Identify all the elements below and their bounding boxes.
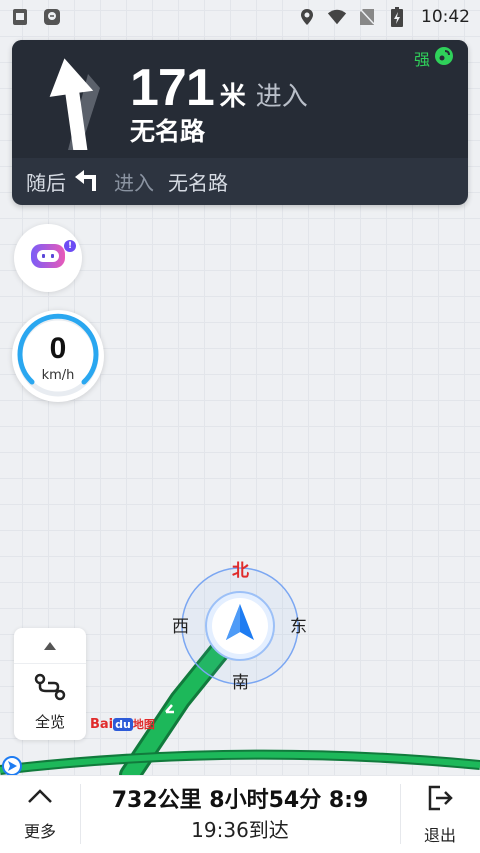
more-label: 更多 xyxy=(23,822,56,841)
battery-charging-icon xyxy=(387,7,407,27)
road-name: 无名路 xyxy=(130,117,206,146)
turn-left-icon xyxy=(74,167,100,197)
distance-value: 171 xyxy=(130,59,215,117)
next-prefix: 随后 xyxy=(26,171,66,195)
no-sim-icon xyxy=(357,7,377,27)
overview-button[interactable]: 全览 xyxy=(14,664,86,740)
bottom-bar: 更多 732公里 8小时54分 8:9 19:36到达 退出 xyxy=(0,775,480,853)
next-road: 无名路 xyxy=(168,171,228,195)
next-maneuver: 随后 进入 无名路 xyxy=(12,158,468,205)
navigation-app-icon xyxy=(42,7,62,27)
compass-south: 南 xyxy=(232,673,249,693)
gps-signal: 强 xyxy=(414,46,454,70)
overview-label: 全览 xyxy=(34,712,65,731)
distance-group: 171 米 进入 xyxy=(130,58,308,118)
app-notification-icon xyxy=(10,7,30,27)
compass: 北 南 东 西 xyxy=(170,556,310,696)
gps-signal-icon xyxy=(434,46,454,70)
exit-icon xyxy=(426,784,454,816)
navigation-guidance-panel[interactable]: 171 米 进入 无名路 强 随后 进入 无名路 xyxy=(12,40,468,205)
baidu-map-logo: Bai du 地图 xyxy=(90,717,155,732)
compass-north: 北 xyxy=(232,561,249,581)
exit-label: 退出 xyxy=(423,826,456,845)
assistant-robot-icon xyxy=(30,241,66,275)
notification-dot: ! xyxy=(64,240,76,252)
collapse-button[interactable] xyxy=(14,628,86,664)
map-controls: 全览 xyxy=(14,628,86,740)
action-label: 进入 xyxy=(255,82,308,112)
more-button[interactable]: 更多 xyxy=(0,776,80,853)
exit-button[interactable]: 退出 xyxy=(400,776,480,853)
speedometer: 0 km/h xyxy=(12,310,104,402)
triangle-up-icon xyxy=(43,636,57,655)
status-bar: 10:42 xyxy=(0,0,480,34)
voice-assistant-button[interactable]: ! xyxy=(14,224,82,292)
signal-label: 强 xyxy=(413,50,430,69)
next-action: 进入 xyxy=(114,171,154,195)
location-icon xyxy=(297,7,317,27)
status-time: 10:42 xyxy=(421,7,470,27)
compass-east: 东 xyxy=(290,617,307,637)
wifi-icon xyxy=(327,7,347,27)
chevron-up-icon xyxy=(27,788,53,808)
arrival-time: 19:36到达 xyxy=(191,818,289,842)
divider xyxy=(80,784,81,844)
distance-unit: 米 xyxy=(219,82,246,112)
speed-unit: km/h xyxy=(41,368,75,383)
straight-arrow-icon xyxy=(40,54,112,155)
speed-value: 0 xyxy=(49,332,67,365)
guidance-primary: 171 米 进入 无名路 强 xyxy=(12,40,468,158)
route-overview-icon xyxy=(34,673,66,705)
compass-west: 西 xyxy=(172,617,189,637)
trip-summary: 732公里 8小时54分 8:9 xyxy=(111,788,369,813)
